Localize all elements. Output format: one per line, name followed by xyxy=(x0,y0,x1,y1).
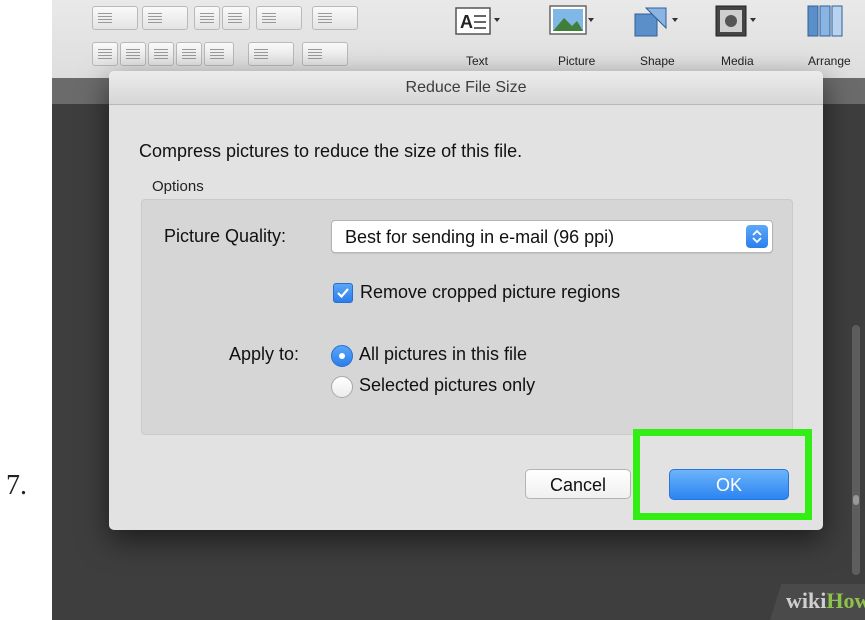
increase-indent-button[interactable] xyxy=(222,6,250,30)
scrollbar-knob[interactable] xyxy=(853,495,859,505)
text-direction-button[interactable] xyxy=(248,42,294,66)
align-right-button[interactable] xyxy=(148,42,174,66)
arrange-icon xyxy=(807,5,843,37)
watermark-how: How xyxy=(826,588,865,613)
columns-button[interactable] xyxy=(312,6,358,30)
ribbon-toolbar: A Text Picture Shape Media Arrange xyxy=(52,0,865,79)
bullets-button[interactable] xyxy=(92,6,138,30)
ribbon-label-shape: Shape xyxy=(640,54,675,68)
document-scrollbar[interactable] xyxy=(852,325,860,575)
radio-all-pictures-label[interactable]: All pictures in this file xyxy=(359,344,527,365)
align-left-button[interactable] xyxy=(92,42,118,66)
options-group-label: Options xyxy=(152,178,204,195)
ribbon-label-picture: Picture xyxy=(558,54,596,68)
ok-highlight-box xyxy=(633,429,812,520)
watermark-logo: wikiHow xyxy=(786,588,865,614)
decrease-indent-button[interactable] xyxy=(194,6,220,30)
cancel-button[interactable]: Cancel xyxy=(525,469,631,499)
align-center-button[interactable] xyxy=(120,42,146,66)
distribute-button[interactable] xyxy=(204,42,234,66)
justify-button[interactable] xyxy=(176,42,202,66)
picture-quality-value: Best for sending in e-mail (96 ppi) xyxy=(345,227,615,247)
checkmark-icon xyxy=(337,288,349,299)
app-window: A Text Picture Shape Media Arrange Reduc… xyxy=(52,0,865,620)
radio-all-pictures[interactable] xyxy=(331,345,353,367)
picture-quality-label: Picture Quality: xyxy=(164,226,287,246)
shape-icon xyxy=(634,7,678,37)
text-box-icon: A xyxy=(455,7,500,35)
line-spacing-button[interactable] xyxy=(256,6,302,30)
picture-quality-select[interactable]: Best for sending in e-mail (96 ppi) xyxy=(331,220,773,253)
ribbon-label-arrange: Arrange xyxy=(808,54,851,68)
svg-text:A: A xyxy=(460,12,473,32)
picture-icon xyxy=(549,5,594,35)
align-text-button[interactable] xyxy=(302,42,348,66)
media-icon xyxy=(715,5,756,37)
dialog-title: Reduce File Size xyxy=(405,79,527,96)
watermark-wiki: wiki xyxy=(786,588,827,613)
radio-selected-pictures-label[interactable]: Selected pictures only xyxy=(359,375,535,396)
numbering-button[interactable] xyxy=(142,6,188,30)
apply-to-label: Apply to: xyxy=(229,344,300,364)
remove-cropped-label[interactable]: Remove cropped picture regions xyxy=(360,282,620,303)
ribbon-label-media: Media xyxy=(721,54,754,68)
remove-cropped-checkbox[interactable] xyxy=(333,283,353,303)
step-number: 7. xyxy=(6,470,27,501)
radio-selected-pictures[interactable] xyxy=(331,376,353,398)
dialog-description: Compress pictures to reduce the size of … xyxy=(139,141,523,161)
up-down-arrows-icon xyxy=(746,225,768,248)
dialog-titlebar: Reduce File Size xyxy=(109,71,823,105)
ribbon-label-text: Text xyxy=(466,54,489,68)
